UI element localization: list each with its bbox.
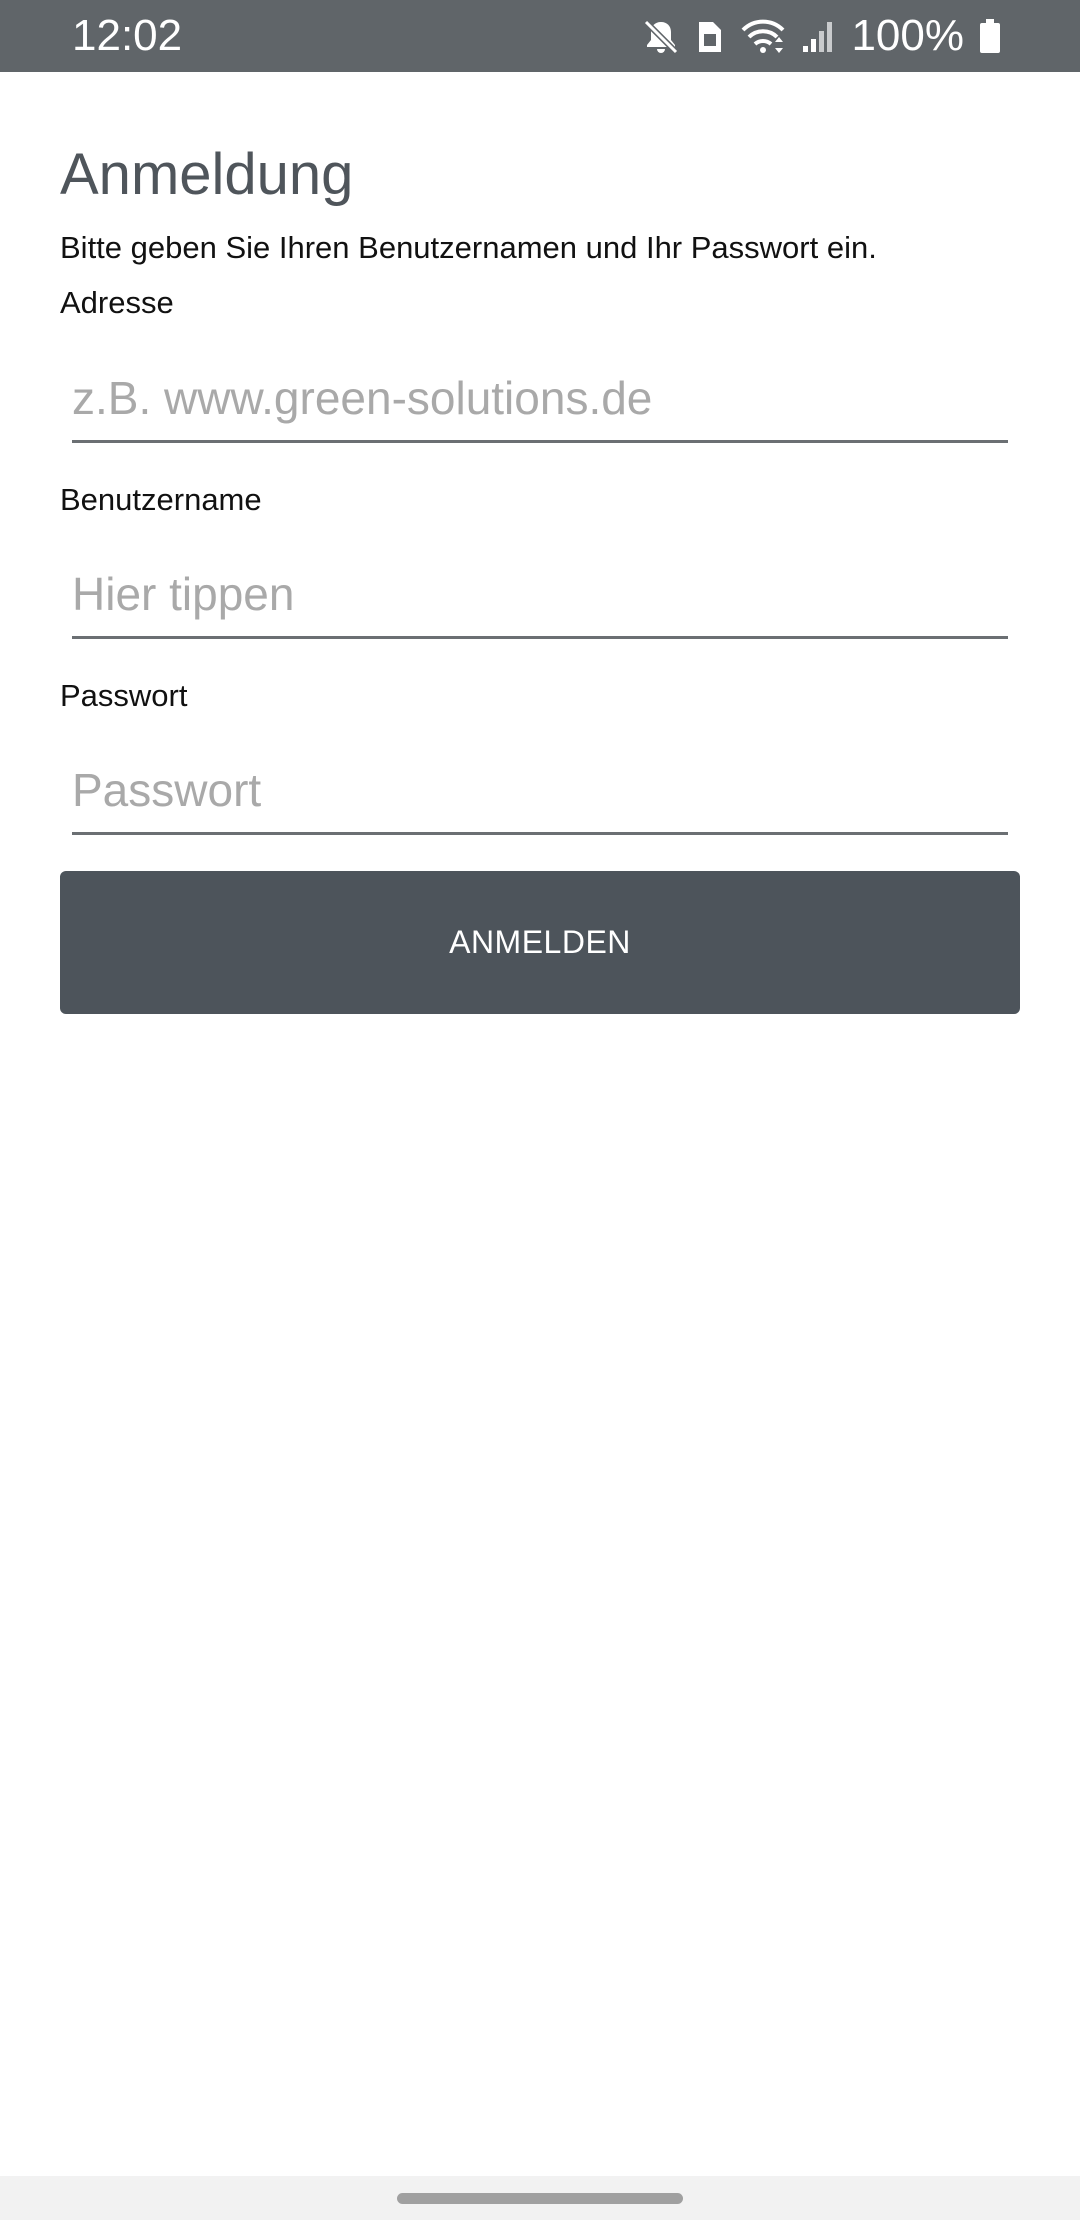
address-field[interactable] — [72, 350, 1008, 443]
login-button[interactable]: ANMELDEN — [60, 871, 1020, 1014]
password-label: Passwort — [60, 678, 188, 713]
password-input[interactable] — [72, 760, 1008, 820]
mute-icon — [641, 16, 681, 56]
address-label: Adresse — [60, 285, 174, 320]
username-field[interactable] — [72, 546, 1008, 639]
page-title: Anmeldung — [60, 142, 354, 207]
address-input[interactable] — [72, 368, 1008, 428]
login-instructions: Bitte geben Sie Ihren Benutzernamen und … — [60, 230, 877, 265]
signal-icon — [801, 16, 837, 56]
password-field[interactable] — [72, 742, 1008, 835]
status-bar: 12:02 100% — [0, 0, 1080, 72]
battery-percent: 100% — [851, 11, 964, 60]
battery-icon — [978, 16, 1002, 56]
sim-icon — [695, 16, 725, 56]
username-label: Benutzername — [60, 482, 262, 517]
status-icons: 100% — [641, 12, 1002, 60]
username-input[interactable] — [72, 564, 1008, 624]
login-screen: 12:02 100% Anmeldung Bitte geben Sie Ihr… — [0, 0, 1080, 2220]
status-time: 12:02 — [72, 11, 183, 60]
wifi-icon — [739, 16, 787, 56]
navigation-bar — [0, 2176, 1080, 2220]
home-gesture-handle[interactable] — [397, 2193, 683, 2204]
